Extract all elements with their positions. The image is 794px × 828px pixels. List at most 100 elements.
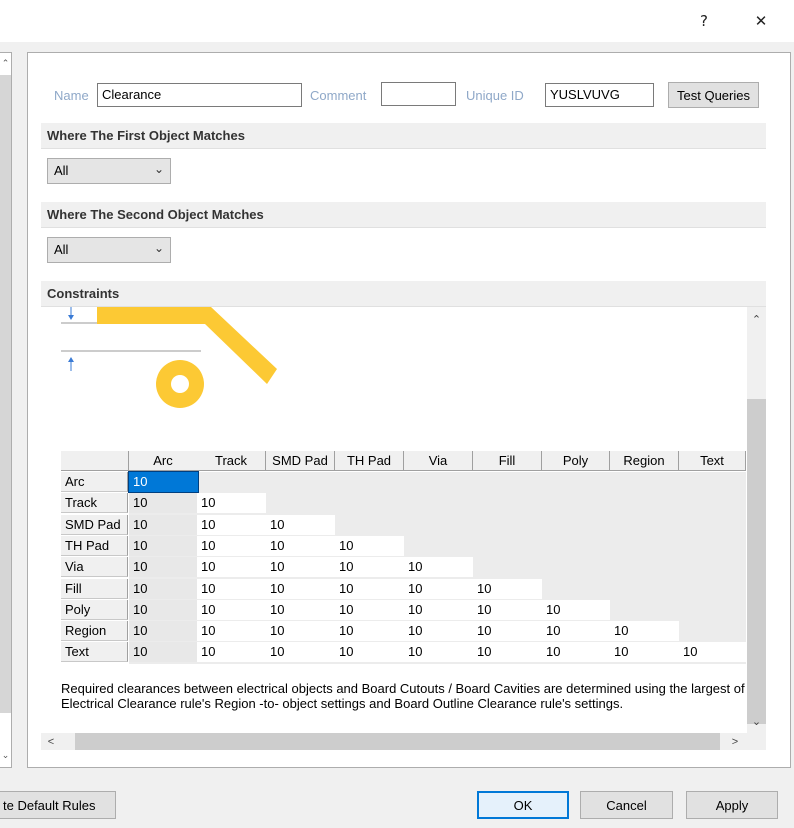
column-header-text[interactable]: Text: [679, 451, 746, 471]
second-object-combo-value: All: [54, 242, 69, 257]
comment-input[interactable]: [381, 82, 456, 106]
column-header-th-pad[interactable]: TH Pad: [335, 451, 404, 471]
clearance-cell[interactable]: 10: [197, 493, 266, 513]
first-object-section-header: Where The First Object Matches: [41, 123, 766, 149]
title-bar: ? ✕: [0, 0, 794, 42]
scroll-left-icon[interactable]: <: [41, 733, 61, 750]
clearance-cell[interactable]: 10: [404, 642, 473, 662]
clearance-cell[interactable]: 10: [542, 621, 610, 641]
clearance-cell[interactable]: 10: [404, 557, 473, 577]
clearance-cell[interactable]: 10: [129, 579, 198, 599]
first-object-combo-value: All: [54, 163, 69, 178]
scroll-up-icon[interactable]: ⌃: [747, 309, 766, 329]
apply-button[interactable]: Apply: [686, 791, 778, 819]
clearance-cell[interactable]: 10: [129, 493, 198, 513]
chevron-down-icon: ⌄: [153, 162, 164, 176]
close-button[interactable]: ✕: [738, 6, 784, 36]
clearance-cell[interactable]: 10: [542, 600, 610, 620]
row-header-via[interactable]: Via: [61, 557, 128, 577]
column-header-track[interactable]: Track: [197, 451, 266, 471]
clearance-cell[interactable]: 10: [129, 515, 198, 535]
column-header-smd-pad[interactable]: SMD Pad: [266, 451, 335, 471]
scroll-down-icon[interactable]: ⌄: [0, 747, 11, 763]
comment-label: Comment: [310, 88, 367, 103]
clearance-cell[interactable]: 10: [197, 536, 266, 556]
rule-tree-scrollbar[interactable]: ⌃ ⌄: [0, 52, 12, 768]
create-default-rules-button[interactable]: te Default Rules: [0, 791, 116, 819]
row-header-region[interactable]: Region: [61, 621, 128, 641]
clearance-cell[interactable]: 10: [129, 621, 198, 641]
second-object-combo[interactable]: All ⌄: [47, 237, 171, 263]
clearance-cell[interactable]: 10: [404, 600, 473, 620]
constraints-vertical-scrollbar[interactable]: ⌃ ⌄: [747, 307, 766, 733]
pad-hole: [171, 375, 189, 393]
clearance-cell[interactable]: 10: [610, 642, 679, 662]
clearance-cell[interactable]: 10: [404, 621, 473, 641]
row-header-th-pad[interactable]: TH Pad: [61, 536, 128, 556]
scroll-down-icon[interactable]: ⌄: [747, 711, 766, 731]
ok-button[interactable]: OK: [477, 791, 569, 819]
scrollbar-track[interactable]: [0, 75, 11, 713]
arrow-head: [68, 315, 74, 320]
clearance-cell[interactable]: 10: [473, 600, 542, 620]
first-object-combo[interactable]: All ⌄: [47, 158, 171, 184]
clearance-cell[interactable]: 10: [679, 642, 746, 662]
clearance-cell[interactable]: 10: [473, 621, 542, 641]
clearance-cell[interactable]: 10: [266, 536, 335, 556]
column-header-fill[interactable]: Fill: [473, 451, 542, 471]
column-header-via[interactable]: Via: [404, 451, 473, 471]
name-input[interactable]: Clearance: [97, 83, 302, 107]
clearance-cell[interactable]: 10: [197, 515, 266, 535]
matrix-corner-header: [61, 451, 129, 471]
clearance-diagram: [61, 307, 277, 408]
chevron-down-icon: ⌄: [153, 241, 164, 255]
column-header-region[interactable]: Region: [610, 451, 679, 471]
clearance-cell[interactable]: 10: [266, 642, 335, 662]
row-header-text[interactable]: Text: [61, 642, 128, 662]
test-queries-button[interactable]: Test Queries: [668, 82, 759, 108]
clearance-cell[interactable]: 10: [335, 557, 404, 577]
cancel-button[interactable]: Cancel: [580, 791, 673, 819]
clearance-cell[interactable]: 10: [404, 579, 473, 599]
scrollbar-thumb[interactable]: [747, 399, 766, 724]
row-header-arc[interactable]: Arc: [61, 472, 128, 492]
scroll-up-icon[interactable]: ⌃: [0, 55, 11, 71]
clearance-cell[interactable]: 10: [129, 536, 198, 556]
row-header-smd-pad[interactable]: SMD Pad: [61, 515, 128, 535]
clearance-cell[interactable]: 10: [197, 600, 266, 620]
arrow-head: [68, 357, 74, 362]
clearance-cell[interactable]: 10: [473, 579, 542, 599]
constraints-horizontal-scrollbar[interactable]: < >: [41, 733, 747, 750]
clearance-cell[interactable]: 10: [610, 621, 679, 641]
unique-id-input[interactable]: YUSLVUVG: [545, 83, 654, 107]
clearance-cell[interactable]: 10: [266, 515, 335, 535]
clearance-cell[interactable]: 10: [197, 642, 266, 662]
scroll-right-icon[interactable]: >: [725, 733, 745, 750]
clearance-cell[interactable]: 10: [129, 642, 198, 662]
scrollbar-corner: [747, 733, 766, 750]
clearance-cell[interactable]: 10: [335, 579, 404, 599]
clearance-cell[interactable]: 10: [197, 557, 266, 577]
clearance-cell[interactable]: 10: [542, 642, 610, 662]
column-header-poly[interactable]: Poly: [542, 451, 610, 471]
clearance-cell[interactable]: 10: [266, 621, 335, 641]
clearance-cell[interactable]: 10: [129, 600, 198, 620]
clearance-cell[interactable]: 10: [335, 642, 404, 662]
column-header-arc[interactable]: Arc: [129, 451, 198, 471]
clearance-cell[interactable]: 10: [266, 557, 335, 577]
clearance-cell[interactable]: 10: [197, 579, 266, 599]
clearance-cell[interactable]: 10: [473, 642, 542, 662]
clearance-cell[interactable]: 10: [197, 621, 266, 641]
clearance-cell[interactable]: 10: [266, 579, 335, 599]
clearance-cell[interactable]: 10: [129, 557, 198, 577]
help-button[interactable]: ?: [681, 6, 727, 36]
row-header-poly[interactable]: Poly: [61, 600, 128, 620]
clearance-cell[interactable]: 10: [128, 471, 199, 493]
clearance-cell[interactable]: 10: [335, 600, 404, 620]
scrollbar-thumb[interactable]: [75, 733, 720, 750]
clearance-cell[interactable]: 10: [335, 536, 404, 556]
row-header-track[interactable]: Track: [61, 493, 128, 513]
clearance-cell[interactable]: 10: [335, 621, 404, 641]
row-header-fill[interactable]: Fill: [61, 579, 128, 599]
clearance-cell[interactable]: 10: [266, 600, 335, 620]
